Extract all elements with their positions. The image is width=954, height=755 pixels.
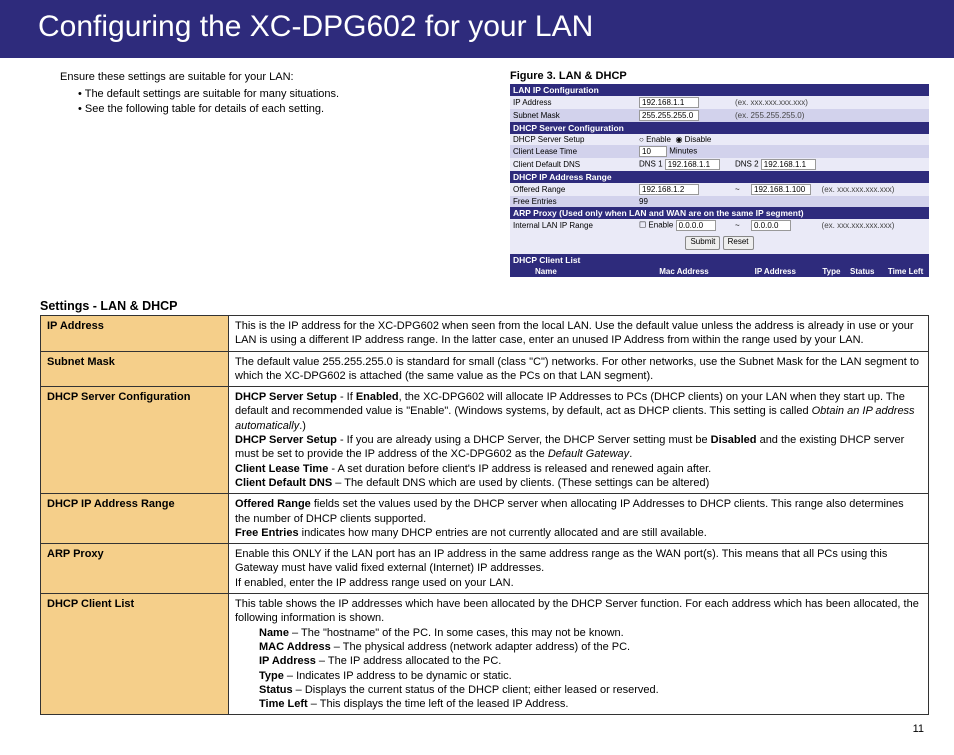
- enable-radio[interactable]: ○: [639, 135, 646, 144]
- row-label-ip: IP Address: [41, 316, 229, 352]
- submit-button[interactable]: Submit: [685, 236, 720, 250]
- row-label-dhcp-conf: DHCP Server Configuration: [41, 387, 229, 494]
- page-number: 11: [0, 715, 954, 735]
- subnet-mask-label: Subnet Mask: [510, 109, 636, 122]
- section-header-dhcp-range: DHCP IP Address Range: [510, 171, 929, 183]
- free-entries-label: Free Entries: [510, 196, 636, 207]
- row-content-arp: Enable this ONLY if the LAN port has an …: [229, 544, 929, 594]
- offered-to-input[interactable]: 192.168.1.100: [751, 184, 811, 195]
- ip-address-input[interactable]: 192.168.1.1: [639, 97, 699, 108]
- section-header-dhcp-server: DHCP Server Configuration: [510, 122, 929, 134]
- row-content-ip: This is the IP address for the XC-DPG602…: [229, 316, 929, 352]
- arp-to-input[interactable]: 0.0.0.0: [751, 220, 791, 231]
- section-header-lan-ip: LAN IP Configuration: [510, 84, 929, 96]
- ip-hint: (ex. xxx.xxx.xxx.xxx): [735, 98, 808, 107]
- row-label-clients: DHCP Client List: [41, 594, 229, 715]
- row-content-mask: The default value 255.255.255.0 is stand…: [229, 351, 929, 387]
- page-title: Configuring the XC-DPG602 for your LAN: [0, 0, 954, 58]
- range-tilde: ~: [732, 183, 748, 196]
- section-header-arp: ARP Proxy (Used only when LAN and WAN ar…: [510, 207, 929, 219]
- dns1-input[interactable]: 192.168.1.1: [665, 159, 720, 170]
- dns1-label: DNS 1: [639, 160, 663, 169]
- lease-unit: Minutes: [669, 147, 697, 156]
- row-content-clients: This table shows the IP addresses which …: [229, 594, 929, 715]
- lease-time-label: Client Lease Time: [510, 145, 636, 158]
- row-label-dhcp-range: DHCP IP Address Range: [41, 494, 229, 544]
- section-header-client-list: DHCP Client List: [510, 254, 929, 266]
- settings-heading: Settings - LAN & DHCP: [40, 299, 929, 313]
- intro-bullet: The default settings are suitable for ma…: [78, 87, 500, 102]
- config-table: LAN IP Configuration IP Address 192.168.…: [510, 84, 929, 277]
- reset-button[interactable]: Reset: [723, 236, 754, 250]
- col-status-timeleft: Status Time Left: [844, 266, 929, 277]
- row-label-mask: Subnet Mask: [41, 351, 229, 387]
- mask-hint: (ex. 255.255.255.0): [735, 111, 804, 120]
- subnet-mask-input[interactable]: 255.255.255.0: [639, 110, 699, 121]
- config-figure: Figure 3. LAN & DHCP LAN IP Configuratio…: [510, 70, 929, 277]
- row-label-arp: ARP Proxy: [41, 544, 229, 594]
- lease-time-input[interactable]: 10: [639, 146, 667, 157]
- free-entries-value: 99: [639, 197, 648, 206]
- settings-table: IP Address This is the IP address for th…: [40, 315, 929, 715]
- dns2-input[interactable]: 192.168.1.1: [761, 159, 816, 170]
- intro-text: Ensure these settings are suitable for y…: [60, 70, 510, 117]
- col-name: Name: [510, 266, 636, 277]
- intro-bullet: See the following table for details of e…: [78, 102, 500, 117]
- ip-address-label: IP Address: [510, 96, 636, 109]
- offered-hint: (ex. xxx.xxx.xxx.xxx): [822, 185, 895, 194]
- dns2-label: DNS 2: [735, 160, 759, 169]
- intro-lead: Ensure these settings are suitable for y…: [60, 70, 500, 85]
- col-ip: IP Address: [732, 266, 819, 277]
- row-content-dhcp-conf: DHCP Server Setup - If Enabled, the XC-D…: [229, 387, 929, 494]
- col-type: Type: [819, 266, 845, 277]
- client-dns-label: Client Default DNS: [510, 158, 636, 171]
- arp-range-label: Internal LAN IP Range: [510, 219, 636, 232]
- offered-range-label: Offered Range: [510, 183, 636, 196]
- arp-tilde: ~: [732, 219, 748, 232]
- dhcp-setup-label: DHCP Server Setup: [510, 134, 636, 145]
- figure-caption: Figure 3. LAN & DHCP: [510, 70, 929, 82]
- disable-radio[interactable]: ◉: [675, 135, 684, 144]
- arp-enable-checkbox[interactable]: ☐: [639, 221, 648, 230]
- arp-hint: (ex. xxx.xxx.xxx.xxx): [822, 221, 895, 230]
- col-mac: Mac Address: [636, 266, 732, 277]
- offered-from-input[interactable]: 192.168.1.2: [639, 184, 699, 195]
- row-content-dhcp-range: Offered Range fields set the values used…: [229, 494, 929, 544]
- arp-from-input[interactable]: 0.0.0.0: [676, 220, 716, 231]
